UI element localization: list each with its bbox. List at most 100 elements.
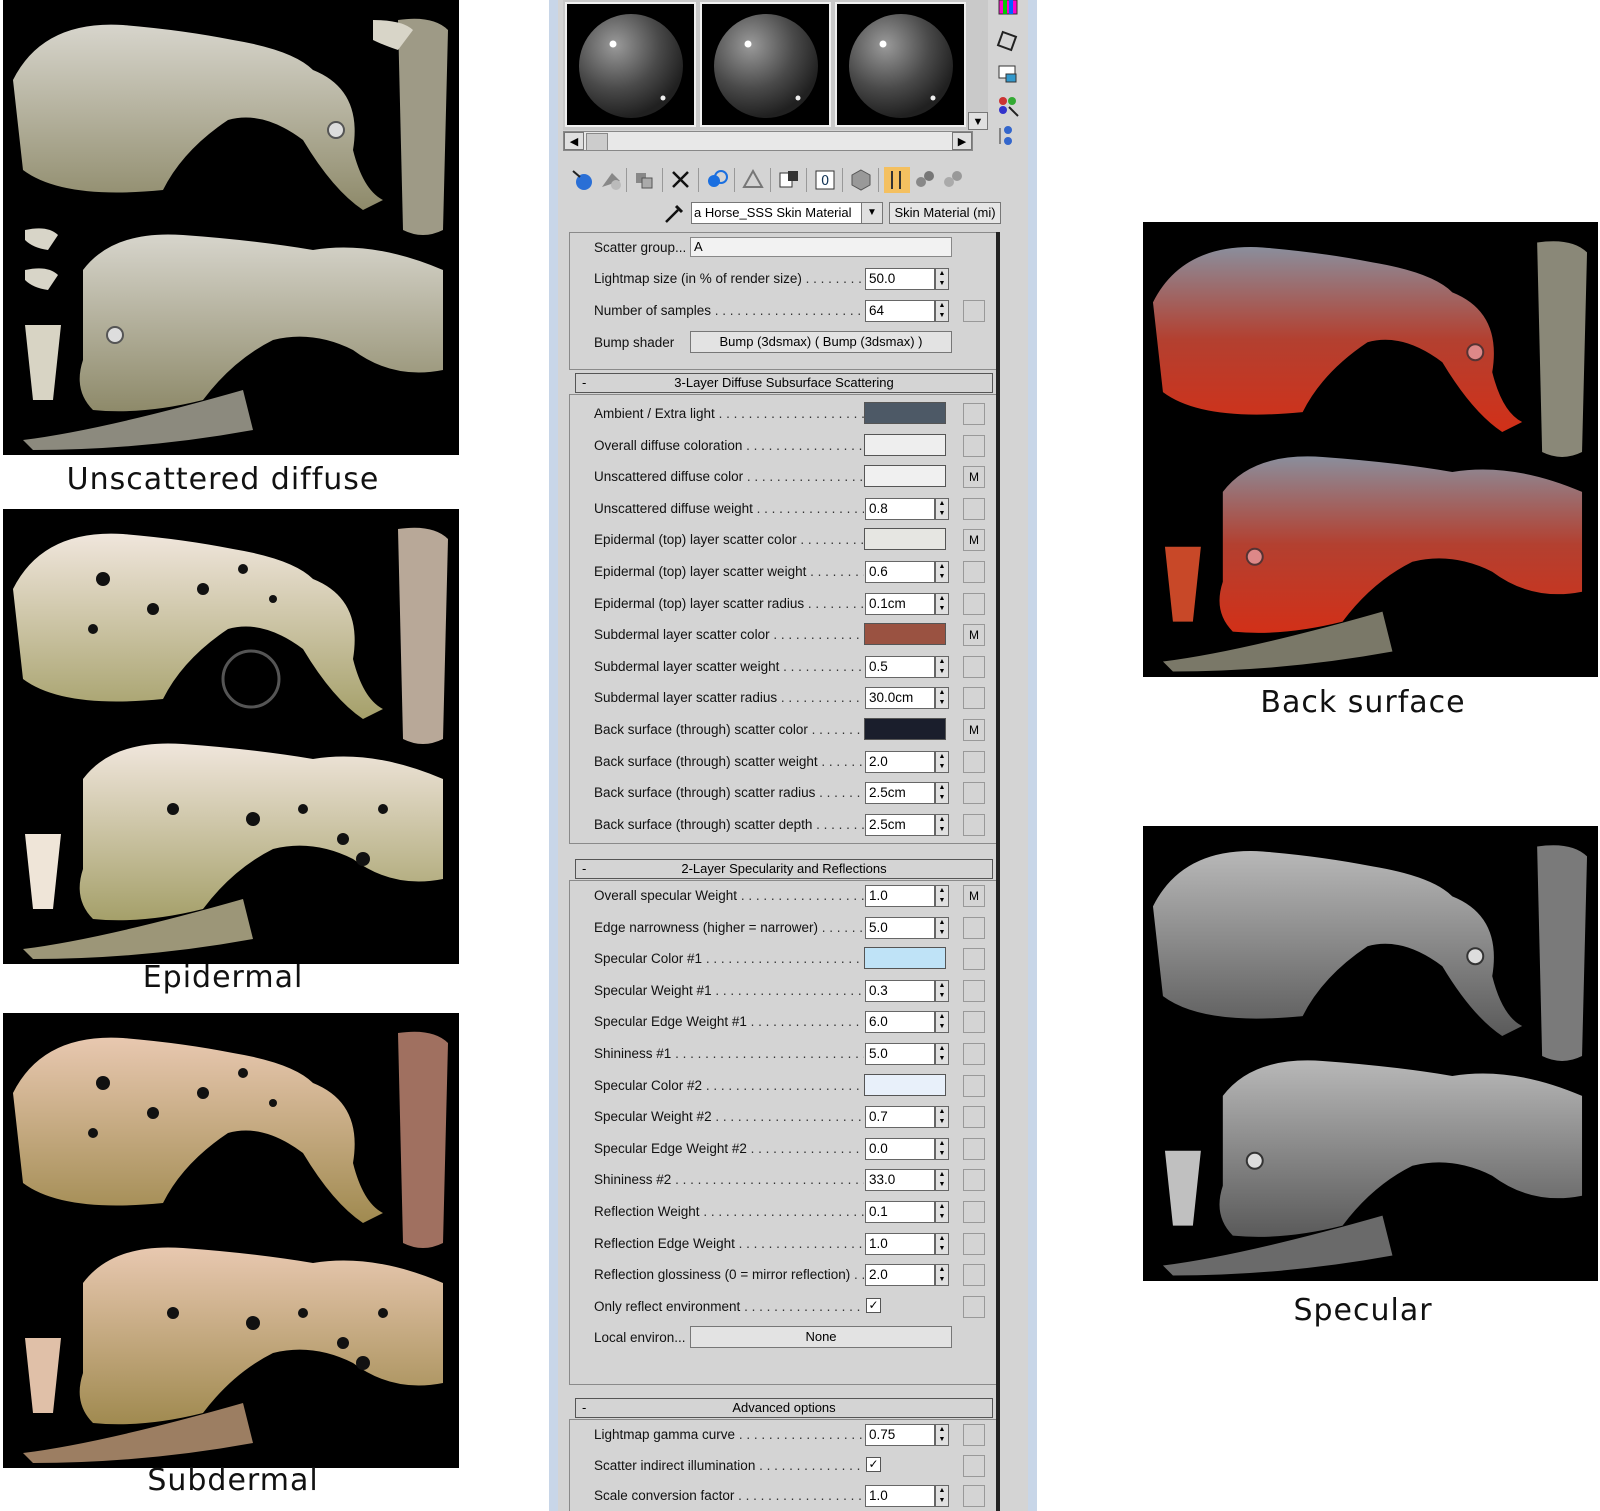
specular-color-1-swatch[interactable]	[864, 947, 946, 970]
specular-edge-weight-1-map-button[interactable]	[963, 1011, 985, 1034]
put-to-scene-icon[interactable]	[598, 167, 624, 193]
go-to-parent-icon[interactable]	[912, 167, 938, 193]
eyedropper-icon[interactable]	[662, 202, 686, 226]
spinner-icon[interactable]: ▲ ▼	[935, 916, 949, 939]
show-end-result-icon[interactable]	[884, 167, 910, 193]
specular-edge-weight-1-input[interactable]: 6.0	[865, 1011, 935, 1034]
epidermal-top-layer-scatter-radius-map-button[interactable]	[963, 592, 985, 615]
panel-scrollbar[interactable]	[996, 232, 1000, 1511]
reflection-edge-weight-map-button[interactable]	[963, 1232, 985, 1255]
material-id-icon[interactable]	[776, 167, 802, 193]
get-material-icon[interactable]	[570, 167, 596, 193]
subdermal-layer-scatter-radius-map-button[interactable]	[963, 687, 985, 710]
scale-conversion-factor-input[interactable]: 1.0	[865, 1485, 935, 1507]
scatter-indirect-illumination-checkbox[interactable]: ✓	[866, 1456, 881, 1472]
epidermal-top-layer-scatter-color-swatch[interactable]	[864, 528, 946, 551]
back-surface-through-scatter-depth-map-button[interactable]	[963, 813, 985, 836]
reflection-glossiness-0-mirror-reflection-input[interactable]: 2.0	[865, 1264, 935, 1287]
assign-to-selection-icon[interactable]	[632, 167, 658, 193]
spinner-icon[interactable]: ▲ ▼	[935, 561, 949, 583]
delete-icon[interactable]	[668, 167, 694, 193]
spinner-icon[interactable]: ▲ ▼	[935, 497, 949, 520]
epidermal-top-layer-scatter-color-map-button[interactable]: M	[963, 529, 985, 552]
specular-weight-2-map-button[interactable]	[963, 1106, 985, 1129]
shininess-1-input[interactable]: 5.0	[865, 1043, 935, 1065]
scroll-right-button[interactable]: ▶	[952, 132, 972, 150]
back-surface-through-scatter-color-swatch[interactable]	[864, 718, 946, 740]
back-surface-through-scatter-depth-input[interactable]: 2.5cm	[865, 813, 935, 836]
background-icon[interactable]	[996, 0, 1020, 24]
back-surface-through-scatter-radius-input[interactable]: 2.5cm	[865, 782, 935, 805]
specular-edge-weight-2-map-button[interactable]	[963, 1137, 985, 1160]
lightmap-gamma-curve-input[interactable]: 0.75	[865, 1424, 935, 1446]
spinner-icon[interactable]: ▲ ▼	[935, 1424, 949, 1446]
unscattered-diffuse-weight-input[interactable]: 0.8	[865, 497, 935, 520]
material-name-dropdown[interactable]: a Horse_SSS Skin Material ▼	[691, 202, 883, 224]
spinner-icon[interactable]: ▲ ▼	[935, 687, 949, 710]
ambient-extra-light-map-button[interactable]	[963, 403, 985, 425]
material-type-button[interactable]: Skin Material (mi)	[889, 202, 1001, 224]
shininess-1-map-button[interactable]	[963, 1043, 985, 1065]
map-button[interactable]	[963, 300, 985, 322]
spinner-icon[interactable]: ▲ ▼	[935, 592, 949, 615]
show-map-icon[interactable]	[848, 167, 874, 193]
back-surface-through-scatter-color-map-button[interactable]: M	[963, 719, 985, 741]
edge-narrowness-higher-narrower-map-button[interactable]	[963, 916, 985, 939]
spinner-icon[interactable]: ▲ ▼	[935, 750, 949, 773]
specular-weight-1-input[interactable]: 0.3	[865, 979, 935, 1002]
reflection-edge-weight-input[interactable]: 1.0	[865, 1232, 935, 1255]
only-reflect-environment-checkbox[interactable]: ✓	[866, 1297, 881, 1313]
spinner-icon[interactable]: ▲ ▼	[935, 1011, 949, 1034]
back-surface-through-scatter-weight-input[interactable]: 2.0	[865, 750, 935, 773]
unscattered-diffuse-weight-map-button[interactable]	[963, 497, 985, 520]
spinner-icon[interactable]: ▲ ▼	[935, 1264, 949, 1287]
spinner-icon[interactable]: ▲ ▼	[935, 1232, 949, 1255]
subdermal-layer-scatter-color-swatch[interactable]	[864, 623, 946, 646]
specular-edge-weight-2-input[interactable]: 0.0	[865, 1137, 935, 1160]
spec-rollout-header[interactable]: - 2-Layer Specularity and Reflections	[575, 859, 993, 879]
specular-color-2-swatch[interactable]	[864, 1073, 946, 1096]
specular-weight-2-input[interactable]: 0.7	[865, 1106, 935, 1129]
sample-slot-3[interactable]	[835, 2, 966, 127]
overall-diffuse-coloration-map-button[interactable]	[963, 434, 985, 457]
slots-scroll-down-button[interactable]: ▼	[968, 112, 988, 130]
spinner-icon[interactable]: ▲ ▼	[935, 782, 949, 805]
lightmap-size-input[interactable]: 50.0	[865, 268, 935, 290]
unscattered-diffuse-color-swatch[interactable]	[864, 465, 946, 488]
specular-color-1-map-button[interactable]	[963, 948, 985, 971]
lightmap-gamma-curve-map-button[interactable]	[963, 1424, 985, 1446]
epidermal-top-layer-scatter-weight-map-button[interactable]	[963, 561, 985, 583]
slots-horizontal-scrollbar[interactable]: ◀ ▶	[563, 131, 973, 151]
scroll-thumb[interactable]	[586, 133, 608, 151]
unscattered-diffuse-color-map-button[interactable]: M	[963, 466, 985, 489]
reflection-weight-map-button[interactable]	[963, 1201, 985, 1223]
sss-rollout-header[interactable]: - 3-Layer Diffuse Subsurface Scattering	[575, 373, 993, 393]
spinner-icon[interactable]: ▲ ▼	[935, 300, 949, 322]
spinner-icon[interactable]: ▲ ▼	[935, 1137, 949, 1160]
back-surface-through-scatter-radius-map-button[interactable]	[963, 782, 985, 805]
specular-weight-1-map-button[interactable]	[963, 979, 985, 1002]
spinner-icon[interactable]: ▲ ▼	[935, 1106, 949, 1129]
scatter-group-input[interactable]: A	[690, 237, 952, 257]
overall-specular-weight-map-button[interactable]: M	[963, 885, 985, 907]
video-color-check-icon[interactable]	[996, 62, 1020, 86]
spinner-icon[interactable]: ▲ ▼	[935, 979, 949, 1002]
options-icon[interactable]	[996, 124, 1020, 148]
specular-color-2-map-button[interactable]	[963, 1074, 985, 1097]
local-environment-button[interactable]: None	[690, 1326, 952, 1349]
subdermal-layer-scatter-weight-input[interactable]: 0.5	[865, 655, 935, 678]
subdermal-layer-scatter-color-map-button[interactable]: M	[963, 624, 985, 647]
spinner-icon[interactable]: ▲ ▼	[935, 885, 949, 907]
only-reflect-environment-map-button[interactable]	[963, 1295, 985, 1318]
overall-diffuse-coloration-swatch[interactable]	[864, 433, 946, 456]
reflection-glossiness-0-mirror-reflection-map-button[interactable]	[963, 1264, 985, 1287]
spinner-icon[interactable]: ▲ ▼	[935, 1485, 949, 1507]
sample-slot-2[interactable]	[700, 2, 831, 127]
subdermal-layer-scatter-radius-input[interactable]: 30.0cm	[865, 687, 935, 710]
sample-uv-tiling-icon[interactable]	[996, 30, 1020, 54]
bump-shader-button[interactable]: Bump (3dsmax) ( Bump (3dsmax) )	[690, 331, 952, 353]
scroll-left-button[interactable]: ◀	[564, 132, 584, 150]
scale-conversion-factor-map-button[interactable]	[963, 1485, 985, 1507]
edge-narrowness-higher-narrower-input[interactable]: 5.0	[865, 916, 935, 939]
go-sibling-icon[interactable]	[940, 167, 966, 193]
